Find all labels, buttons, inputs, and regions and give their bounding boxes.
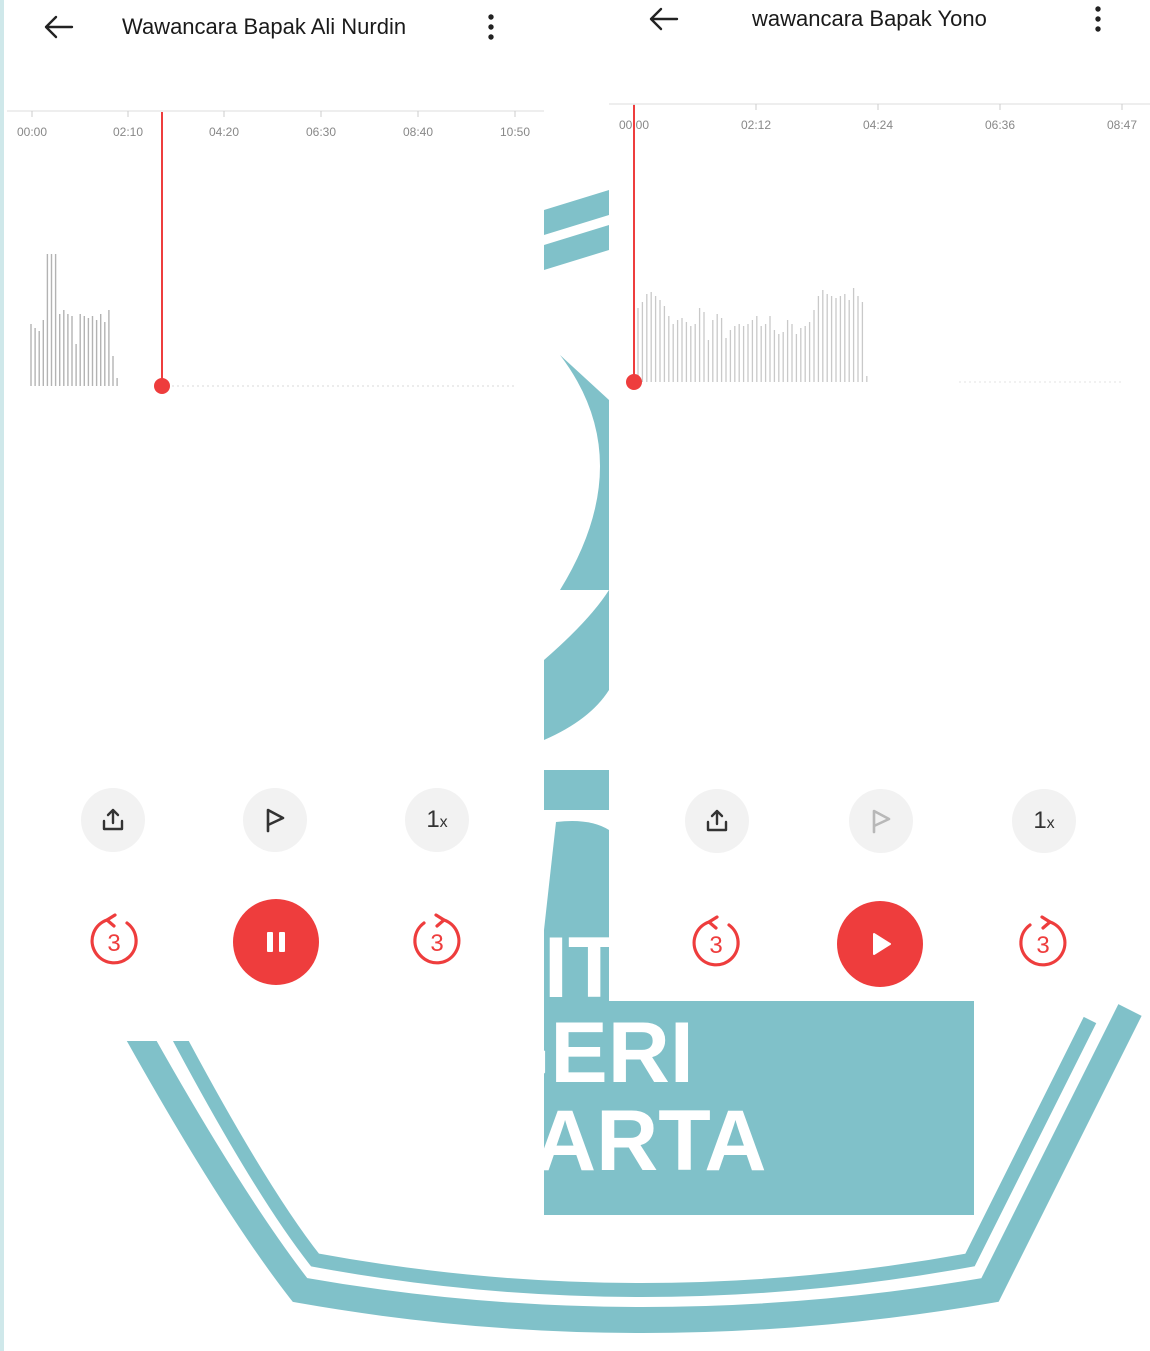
recording-player-right: wawancara Bapak Yono 00:00 02:12 04:24 0…: [609, 0, 1150, 1001]
speed-value: 1: [1033, 807, 1047, 834]
forward-3-button[interactable]: 3: [1014, 914, 1072, 972]
timeline-label: 06:30: [306, 125, 336, 139]
playback-speed-button[interactable]: 1x: [405, 788, 469, 852]
speed-unit: x: [439, 814, 448, 831]
flag-icon: [266, 808, 285, 833]
flag-icon: [872, 809, 891, 834]
forward-3-button[interactable]: 3: [408, 912, 466, 970]
waveform-timeline[interactable]: 00:00 02:12 04:24 06:36 08:47: [609, 0, 1150, 420]
timeline-label: 08:40: [403, 125, 433, 139]
playhead-handle[interactable]: [626, 374, 642, 390]
playhead-handle[interactable]: [154, 378, 170, 394]
forward-3-icon: 3: [413, 913, 461, 965]
forward-seconds: 3: [430, 930, 443, 957]
timeline-label: 04:24: [863, 118, 893, 132]
forward-seconds: 3: [1036, 932, 1049, 959]
speed-value: 1: [426, 806, 440, 833]
flag-button[interactable]: [849, 789, 913, 853]
playback-speed-button[interactable]: 1x: [1012, 789, 1076, 853]
play-icon: [873, 933, 891, 955]
replay-3-icon: 3: [692, 915, 740, 967]
watermark-line-2: JAKARTA: [362, 1093, 767, 1189]
share-icon: [102, 808, 124, 831]
timeline-label: 04:20: [209, 125, 239, 139]
pause-icon: [267, 932, 285, 952]
replay-3-icon: 3: [90, 913, 138, 965]
replay-3-button[interactable]: 3: [687, 914, 745, 972]
recording-player-left: Wawancara Bapak Ali Nurdin 00:00 02:10 0…: [7, 0, 544, 1041]
speed-unit: x: [1046, 815, 1055, 832]
waveform-timeline[interactable]: 00:00 02:10 04:20 06:30 08:40 10:50: [7, 0, 544, 420]
play-button[interactable]: [837, 901, 923, 987]
share-icon: [706, 809, 728, 832]
share-button[interactable]: [81, 788, 145, 852]
timeline-label: 10:50: [500, 125, 530, 139]
timeline-label: 08:47: [1107, 118, 1137, 132]
timeline-label: 00:00: [17, 125, 47, 139]
timeline-label: 02:10: [113, 125, 143, 139]
timeline-label: 06:36: [985, 118, 1015, 132]
replay-3-button[interactable]: 3: [85, 912, 143, 970]
share-button[interactable]: [685, 789, 749, 853]
flag-button[interactable]: [243, 788, 307, 852]
replay-seconds: 3: [709, 932, 722, 959]
timeline-label: 02:12: [741, 118, 771, 132]
replay-seconds: 3: [107, 930, 120, 957]
pause-button[interactable]: [233, 899, 319, 985]
forward-3-icon: 3: [1019, 915, 1067, 967]
